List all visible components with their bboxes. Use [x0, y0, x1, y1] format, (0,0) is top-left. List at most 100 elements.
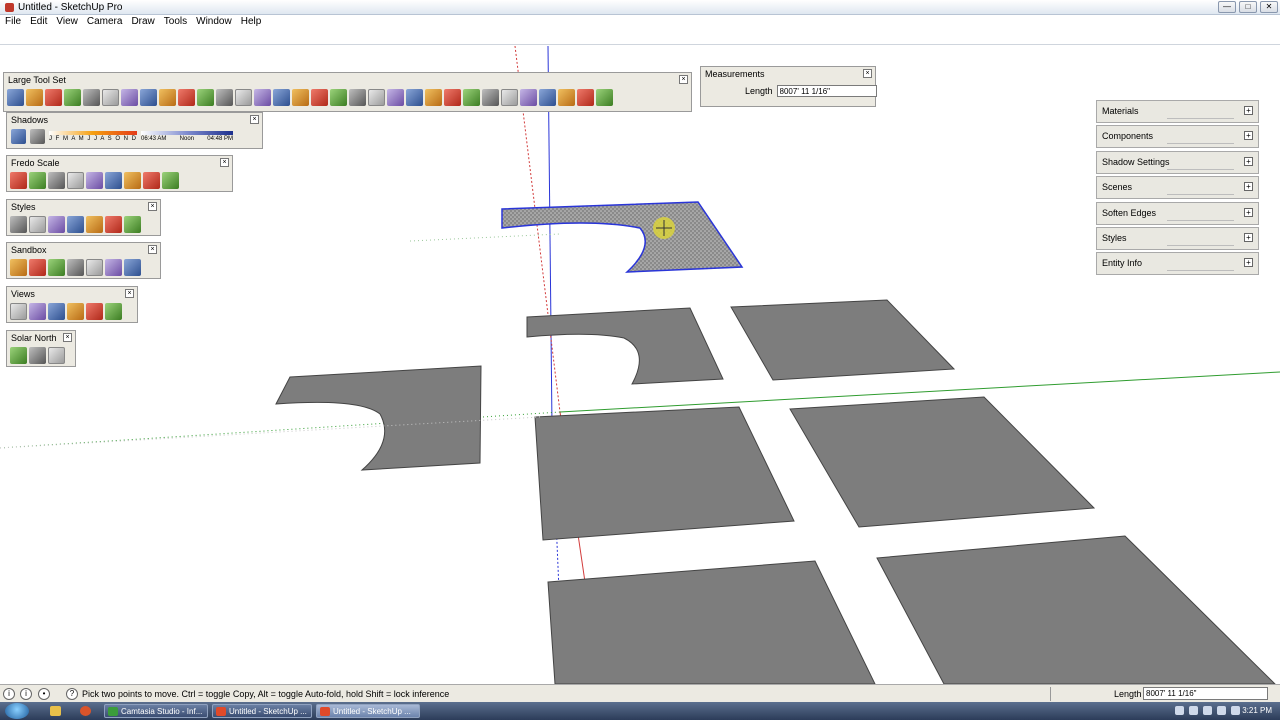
- minimize-button[interactable]: —: [1218, 1, 1236, 13]
- dimension-icon[interactable]: [330, 89, 347, 106]
- menu-tools[interactable]: Tools: [161, 15, 193, 31]
- shear-icon[interactable]: [143, 172, 160, 189]
- close-icon[interactable]: ×: [863, 69, 872, 78]
- maximize-button[interactable]: □: [1239, 1, 1257, 13]
- face-rect-3[interactable]: [789, 396, 1096, 528]
- menu-file[interactable]: File: [2, 15, 27, 31]
- select-icon[interactable]: [7, 89, 24, 106]
- shadow-settings-icon[interactable]: [11, 129, 26, 144]
- toggle-north-icon[interactable]: [10, 347, 27, 364]
- pan-icon[interactable]: [444, 89, 461, 106]
- user-icon[interactable]: •: [38, 688, 50, 700]
- line-icon[interactable]: [102, 89, 119, 106]
- flag-icon[interactable]: [1231, 706, 1240, 715]
- left-view-icon[interactable]: [105, 303, 122, 320]
- menu-draw[interactable]: Draw: [128, 15, 160, 31]
- offset-icon[interactable]: [292, 89, 309, 106]
- from-contours-icon[interactable]: [10, 259, 27, 276]
- close-icon[interactable]: ×: [148, 202, 157, 211]
- section-plane-icon[interactable]: [596, 89, 613, 106]
- task-sketchup-2[interactable]: Untitled - SketchUp ...: [316, 704, 420, 718]
- undo-scale-icon[interactable]: [162, 172, 179, 189]
- time-slider[interactable]: 06:43 AM Noon 04:48 PM: [141, 130, 233, 144]
- walk-icon[interactable]: [558, 89, 575, 106]
- bend-icon[interactable]: [105, 172, 122, 189]
- right-view-icon[interactable]: [67, 303, 84, 320]
- zoom-icon[interactable]: [463, 89, 480, 106]
- scale-icon[interactable]: [273, 89, 290, 106]
- menu-help[interactable]: Help: [238, 15, 268, 31]
- network-icon[interactable]: [1203, 706, 1212, 715]
- tray-panel-styles[interactable]: Styles +: [1096, 226, 1259, 250]
- close-icon[interactable]: ×: [148, 245, 157, 254]
- tray-panel-soften-edges[interactable]: Soften Edges +: [1096, 201, 1259, 225]
- front-view-icon[interactable]: [48, 303, 65, 320]
- top-view-icon[interactable]: [29, 303, 46, 320]
- expand-icon[interactable]: +: [1244, 258, 1253, 268]
- menu-edit[interactable]: Edit: [27, 15, 53, 31]
- face-rect-5[interactable]: [876, 535, 1276, 684]
- clock[interactable]: 3:21 PM: [1242, 706, 1272, 715]
- tape-measure-icon[interactable]: [311, 89, 328, 106]
- face-arc-2[interactable]: [275, 365, 482, 471]
- tray-panel-components[interactable]: Components +: [1096, 125, 1259, 149]
- orbit-icon[interactable]: [425, 89, 442, 106]
- add-detail-icon[interactable]: [105, 259, 122, 276]
- twist-icon[interactable]: [86, 172, 103, 189]
- volume-icon[interactable]: [1217, 706, 1226, 715]
- from-scratch-icon[interactable]: [29, 259, 46, 276]
- push-pull-icon[interactable]: [216, 89, 233, 106]
- browser-icon[interactable]: [80, 706, 91, 716]
- zoom-window-icon[interactable]: [482, 89, 499, 106]
- measurements-input[interactable]: [776, 85, 877, 97]
- text-icon[interactable]: [368, 89, 385, 106]
- position-camera-icon[interactable]: [539, 89, 556, 106]
- expand-icon[interactable]: +: [1244, 106, 1253, 115]
- rectangle-icon[interactable]: [83, 89, 100, 106]
- face-arc-1[interactable]: [526, 307, 724, 385]
- back-view-icon[interactable]: [86, 303, 103, 320]
- back-edges-icon[interactable]: [29, 216, 46, 233]
- 3d-text-icon[interactable]: [406, 89, 423, 106]
- tray-icon[interactable]: [1189, 706, 1198, 715]
- face-rect-2[interactable]: [534, 406, 795, 541]
- planar-scale-icon[interactable]: [29, 172, 46, 189]
- radial-bend-icon[interactable]: [124, 172, 141, 189]
- close-button[interactable]: ✕: [1260, 1, 1278, 13]
- explorer-icon[interactable]: [50, 706, 61, 716]
- display-shadows-icon[interactable]: [30, 129, 45, 144]
- tray-panel-entity-info[interactable]: Entity Info +: [1096, 252, 1259, 276]
- stamp-icon[interactable]: [67, 259, 84, 276]
- protractor-icon[interactable]: [349, 89, 366, 106]
- shaded-textures-icon[interactable]: [105, 216, 122, 233]
- look-around-icon[interactable]: [577, 89, 594, 106]
- enter-north-angle-icon[interactable]: [48, 347, 65, 364]
- polygon-icon[interactable]: [159, 89, 176, 106]
- drape-icon[interactable]: [86, 259, 103, 276]
- expand-icon[interactable]: +: [1244, 182, 1253, 192]
- set-north-icon[interactable]: [29, 347, 46, 364]
- task-camtasia[interactable]: Camtasia Studio - Inf...: [104, 704, 208, 718]
- task-sketchup-1[interactable]: Untitled - SketchUp ...: [212, 704, 312, 718]
- xray-icon[interactable]: [10, 216, 27, 233]
- close-icon[interactable]: ×: [679, 75, 688, 84]
- axes-icon[interactable]: [387, 89, 404, 106]
- expand-icon[interactable]: +: [1244, 131, 1253, 141]
- move-icon[interactable]: [197, 89, 214, 106]
- tray-panel-shadow-settings[interactable]: Shadow Settings +: [1096, 150, 1259, 174]
- hidden-line-icon[interactable]: [67, 216, 84, 233]
- face-rect-4[interactable]: [547, 560, 876, 684]
- shaded-icon[interactable]: [86, 216, 103, 233]
- rotate-icon[interactable]: [235, 89, 252, 106]
- expand-icon[interactable]: +: [1244, 207, 1253, 217]
- stretch-icon[interactable]: [48, 172, 65, 189]
- smoove-icon[interactable]: [48, 259, 65, 276]
- flip-edge-icon[interactable]: [124, 259, 141, 276]
- expand-icon[interactable]: +: [1244, 232, 1253, 242]
- date-slider[interactable]: J F M A M J J A S O N D: [49, 130, 137, 144]
- previous-view-icon[interactable]: [520, 89, 537, 106]
- follow-me-icon[interactable]: [254, 89, 271, 106]
- face-rect-1[interactable]: [730, 299, 956, 381]
- box-scale-icon[interactable]: [10, 172, 27, 189]
- help-icon[interactable]: ?: [66, 688, 78, 700]
